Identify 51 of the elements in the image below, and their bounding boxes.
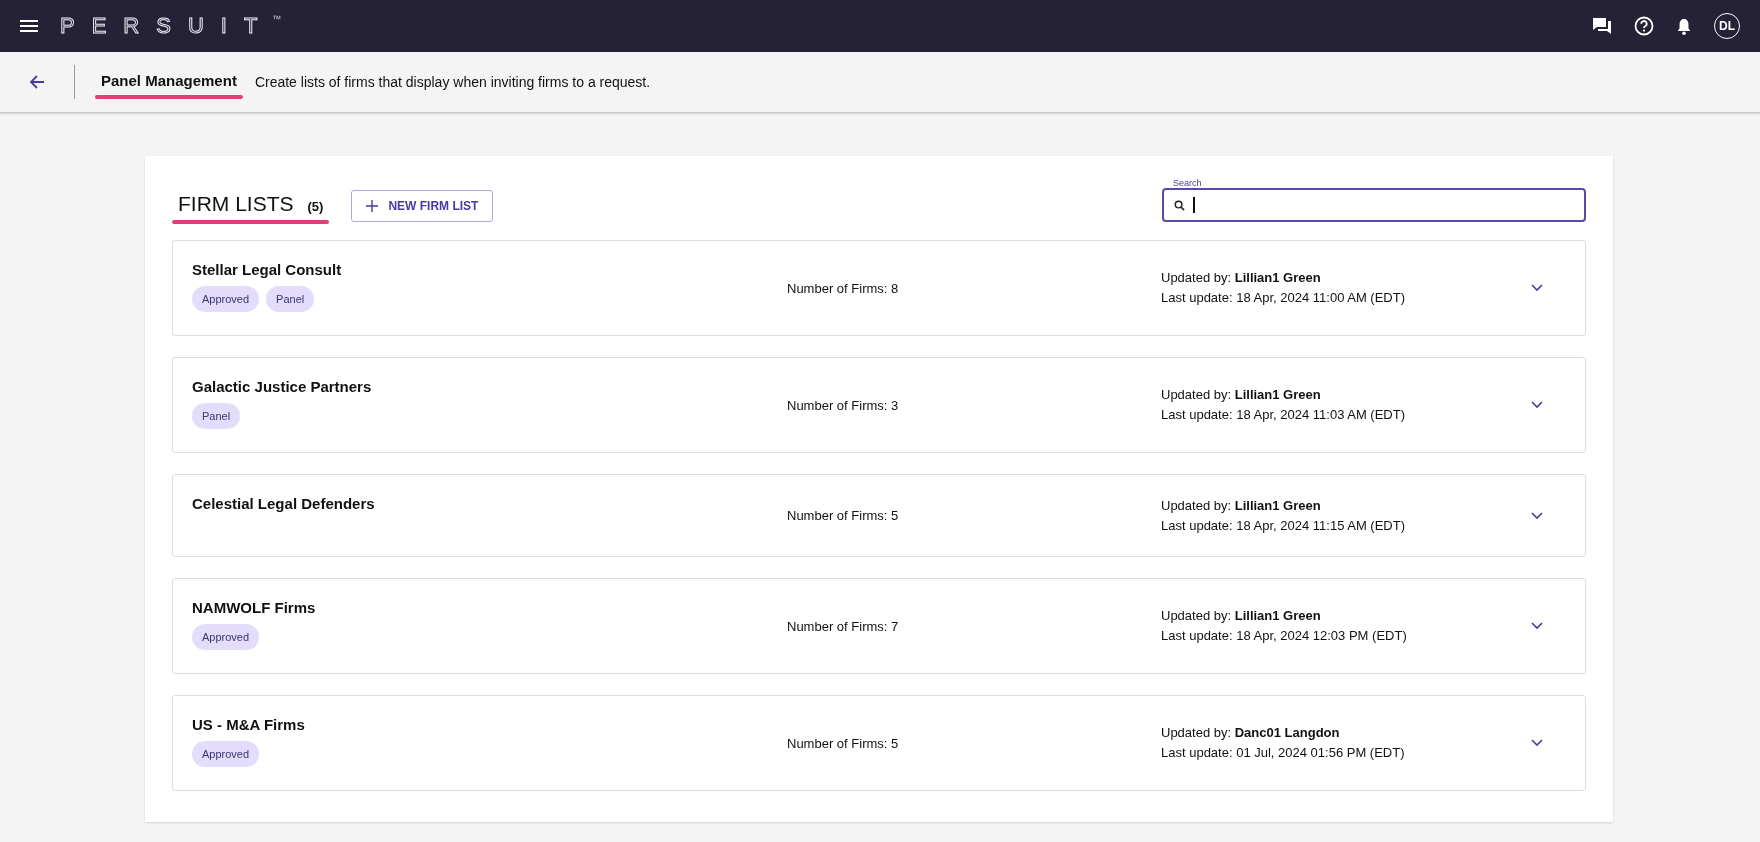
firm-list-row[interactable]: US - M&A Firms Approved Number of Firms: 5 Updated by: Danc01 Langdon Last update: 01 Jul, 2024 01:56 PM (EDT) <box>172 695 1586 791</box>
help-icon[interactable] <box>1634 16 1654 36</box>
chevron-icon[interactable] <box>1531 739 1543 747</box>
chevron-icon[interactable] <box>1531 622 1543 630</box>
trademark: ™ <box>272 14 282 24</box>
page-title: Panel Management <box>100 71 238 89</box>
page-description: Create lists of firms that display when inviting firms to a request. <box>254 74 651 90</box>
search-field[interactable] <box>1162 188 1586 222</box>
firm-count: Number of Firms: 3 <box>787 397 900 413</box>
logo: PERSUIT <box>60 13 275 39</box>
firm-list-name: Celestial Legal Defenders <box>192 495 376 512</box>
chevron-icon[interactable] <box>1531 401 1543 409</box>
updated-by: Updated by: Lillian1 Green <box>1161 496 1322 515</box>
firm-list-name: NAMWOLF Firms <box>192 599 317 616</box>
firm-list-name: Galactic Justice Partners <box>192 378 373 395</box>
tag-chip: Panel <box>266 286 315 312</box>
chevron-icon[interactable] <box>1531 511 1543 520</box>
firm-count: Number of Firms: 7 <box>787 618 900 634</box>
updated-by: Updated by: Lillian1 Green <box>1161 607 1322 625</box>
tag-chip: Approved <box>192 286 260 312</box>
search-icon <box>1174 199 1185 211</box>
firm-count: Number of Firms: 5 <box>787 735 900 751</box>
firm-list-row[interactable]: Stellar Legal Consult Approved Panel Number of Firms: 8 Updated by: Lillian1 Green Last update: 18 Apr, 2024 11:00 AM (EDT) <box>172 240 1586 336</box>
plus-icon <box>366 200 379 212</box>
section-title: FIRM LISTS <box>178 192 294 216</box>
menu-icon[interactable] <box>20 20 38 32</box>
chevron-icon[interactable] <box>1531 284 1543 292</box>
back-arrow-icon[interactable] <box>29 74 45 90</box>
firm-count: Number of Firms: 8 <box>787 280 900 296</box>
firm-list-row[interactable]: Celestial Legal Defenders Number of Firms: 5 Updated by: Lillian1 Green Last update: 18 Apr, 2024 11:15 AM (EDT) <box>172 474 1586 557</box>
tag-chip: Approved <box>192 624 260 650</box>
last-update: Last update: 18 Apr, 2024 11:15 AM (EDT) <box>1161 516 1407 535</box>
last-update: Last update: 18 Apr, 2024 11:00 AM (EDT) <box>1161 289 1407 307</box>
updated-by: Updated by: Danc01 Langdon <box>1161 724 1341 742</box>
last-update: Last update: 18 Apr, 2024 12:03 PM (EDT) <box>1161 627 1408 645</box>
last-update: Last update: 01 Jul, 2024 01:56 PM (EDT) <box>1161 744 1406 762</box>
tag-chip: Approved <box>192 741 260 767</box>
bell-icon[interactable] <box>1676 16 1692 36</box>
chat-icon[interactable] <box>1592 16 1612 36</box>
updated-by: Updated by: Lillian1 Green <box>1161 386 1322 404</box>
firm-list-name: Stellar Legal Consult <box>192 261 343 278</box>
updated-by: Updated by: Lillian1 Green <box>1161 269 1322 287</box>
firm-list-row[interactable]: Galactic Justice Partners Panel Number of Firms: 3 Updated by: Lillian1 Green Last update: 18 Apr, 2024 11:03 AM (EDT) <box>172 357 1586 453</box>
last-update: Last update: 18 Apr, 2024 11:03 AM (EDT) <box>1161 406 1407 424</box>
firm-count: Number of Firms: 5 <box>787 508 900 523</box>
new-firm-list-button[interactable]: NEW FIRM LIST <box>351 190 494 222</box>
text-cursor <box>1193 197 1195 213</box>
tag-chip: Panel <box>192 403 241 429</box>
firm-list-name: US - M&A Firms <box>192 716 306 733</box>
list-count: (5) <box>307 199 324 214</box>
firm-list-row[interactable]: NAMWOLF Firms Approved Number of Firms: 7 Updated by: Lillian1 Green Last update: 18 Apr, 2024 12:03 PM (EDT) <box>172 578 1586 674</box>
